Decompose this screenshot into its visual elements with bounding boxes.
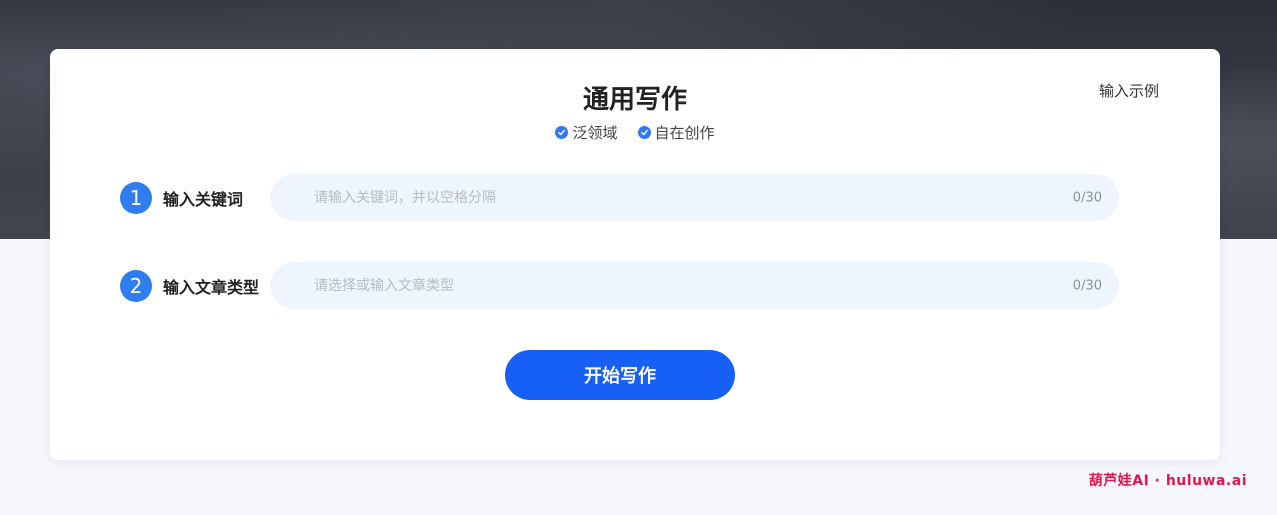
watermark-logo: 葫芦娃AI · huluwa.ai <box>1088 473 1247 489</box>
feature-tag: 自在创作 <box>637 122 715 143</box>
article-type-label: 输入文章类型 <box>163 277 260 297</box>
check-circle-icon <box>637 126 651 139</box>
article-type-row: 2 输入文章类型 0/30 <box>120 262 1119 309</box>
feature-tag-label: 自在创作 <box>654 124 715 142</box>
feature-tag: 泛领域 <box>555 122 618 143</box>
keywords-row: 1 输入关键词 0/30 <box>120 174 1119 221</box>
writing-card: 输入示例 通用写作 泛领域 自在创作 1 输入关键词 0/30 2 输入文章类型… <box>50 49 1220 460</box>
keywords-input[interactable] <box>312 188 1056 207</box>
start-writing-button[interactable]: 开始写作 <box>505 350 735 400</box>
keywords-field: 0/30 <box>270 174 1119 221</box>
feature-tags: 泛领域 自在创作 <box>50 122 1220 143</box>
article-type-input[interactable] <box>312 276 1056 295</box>
article-type-field: 0/30 <box>270 262 1119 309</box>
page-title: 通用写作 <box>582 85 687 115</box>
article-type-char-counter: 0/30 <box>1072 278 1102 293</box>
check-circle-icon <box>555 126 569 139</box>
feature-tag-label: 泛领域 <box>572 124 618 142</box>
keywords-char-counter: 0/30 <box>1072 190 1102 205</box>
keywords-label: 输入关键词 <box>163 189 244 209</box>
step-number-badge: 1 <box>120 181 152 214</box>
step-number-badge: 2 <box>120 269 152 302</box>
